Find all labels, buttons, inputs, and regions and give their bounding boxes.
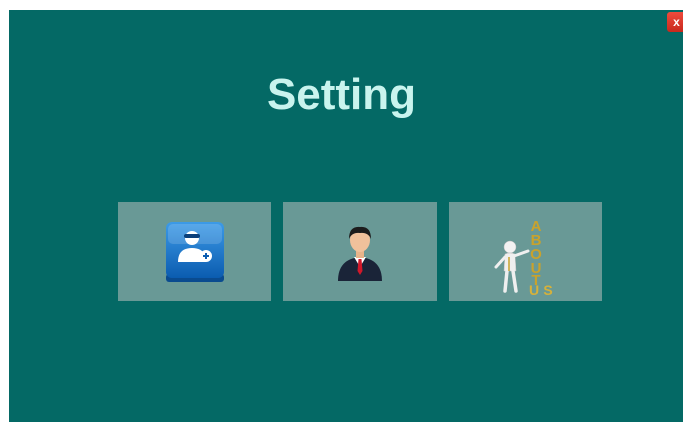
add-user-tile[interactable] [118,202,271,301]
add-user-icon [165,221,224,282]
svg-text:U: U [528,282,538,295]
businessman-icon [338,226,382,281]
about-us-tile[interactable]: A B O U T U S [449,202,602,301]
user-profile-tile[interactable] [283,202,437,301]
about-us-icon: A B O U T U S [494,218,552,295]
svg-text:S: S [543,282,552,295]
page-title: Setting [266,70,417,119]
close-icon: x [673,15,680,29]
close-button[interactable]: x [667,12,683,32]
